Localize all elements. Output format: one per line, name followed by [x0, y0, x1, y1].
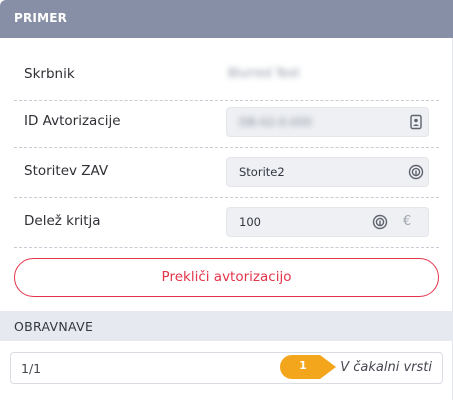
obravnave-title: OBRAVNAVE: [14, 319, 94, 334]
obravnava-count: 1/1: [21, 361, 42, 376]
callout-marker: 1: [280, 353, 338, 381]
panel-title: PRIMER: [14, 11, 68, 25]
currency-symbol: €: [403, 214, 412, 229]
delez-kritja-field[interactable]: 100 €: [226, 207, 429, 237]
row-delez-kritja: Delež kritja 100 €: [14, 198, 439, 248]
row-storitev-zav: Storitev ZAV Storite2: [14, 148, 439, 198]
storitev-zav-label: Storitev ZAV: [24, 163, 109, 179]
storitev-zav-value: Storite2: [239, 165, 285, 179]
fingerprint-icon[interactable]: [372, 214, 388, 230]
id-avtorizacije-value: DB-02-0-000: [239, 115, 313, 129]
obravnave-section-header: OBRAVNAVE: [0, 311, 453, 341]
skrbnik-label: Skrbnik: [24, 66, 75, 82]
delez-kritja-value: 100: [239, 215, 261, 229]
id-avtorizacije-field[interactable]: DB-02-0-000: [226, 107, 429, 137]
storitev-zav-field[interactable]: Storite2: [226, 157, 429, 187]
panel-header: PRIMER: [0, 0, 453, 38]
delez-kritja-label: Delež kritja: [24, 213, 101, 229]
fingerprint-icon[interactable]: [408, 164, 424, 180]
id-avtorizacije-label: ID Avtorizacije: [24, 113, 121, 129]
id-card-icon[interactable]: [408, 114, 424, 130]
obravnava-status: V čakalni vrsti: [340, 360, 432, 375]
row-skrbnik: Skrbnik Blurred Text: [14, 51, 439, 101]
row-id-avtorizacije: ID Avtorizacije DB-02-0-000: [14, 98, 439, 148]
obravnava-list-item[interactable]: 1/1 V čakalni vrsti: [10, 352, 443, 384]
cancel-authorization-button[interactable]: Prekliči avtorizacijo: [14, 258, 439, 297]
callout-number: 1: [299, 359, 307, 372]
primer-panel: PRIMER Skrbnik Blurred Text ID Avtorizac…: [0, 0, 453, 400]
skrbnik-value: Blurred Text: [228, 66, 300, 80]
